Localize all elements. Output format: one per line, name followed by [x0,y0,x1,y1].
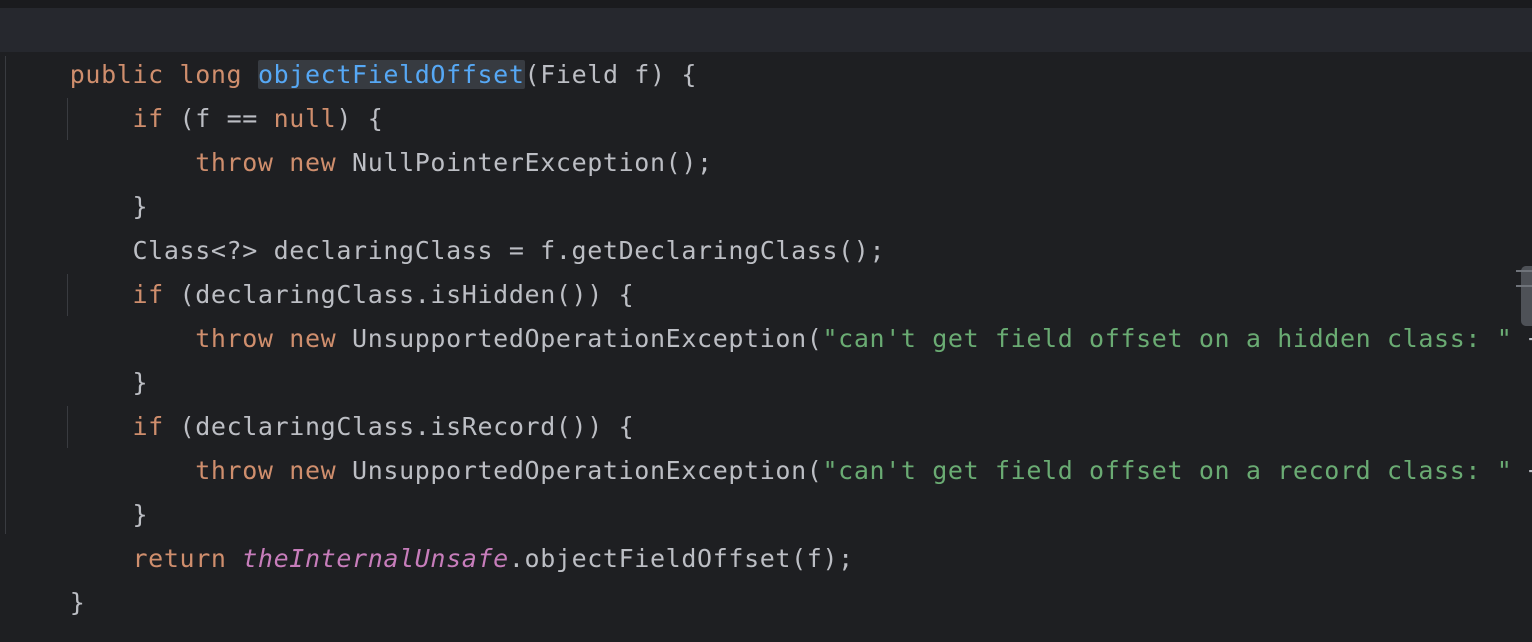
string-literal-record: "can't get field offset on a record clas… [822,456,1513,485]
code-line-throw-record[interactable]: throw new UnsupportedOperationException(… [7,405,1532,485]
code-line-declaring-class[interactable]: Class<?> declaringClass = f.getDeclaring… [7,185,885,265]
code-line-close-brace[interactable]: } [7,317,148,397]
code-line-throw-hidden[interactable]: throw new UnsupportedOperationException(… [7,273,1532,353]
code-line-if-hidden[interactable]: if (declaringClass.isHidden()) { [7,229,634,309]
indent-guide-method [5,56,6,534]
keyword-return: return [132,544,227,573]
code-line-method-close-brace[interactable]: } [7,537,85,617]
code-line-if-null[interactable]: if (f == null) { [7,53,383,133]
keyword-new: new [289,456,337,485]
string-literal-hidden: "can't get field offset on a hidden clas… [822,324,1513,353]
keyword-throw: throw [195,456,274,485]
keyword-new: new [289,148,337,177]
code-line-return[interactable]: return theInternalUnsafe.objectFieldOffs… [7,493,854,573]
code-line-close-brace[interactable]: } [7,449,148,529]
keyword-new: new [289,324,337,353]
keyword-throw: throw [195,148,274,177]
code-line-close-brace[interactable]: } [7,141,148,221]
vertical-scrollbar-thumb[interactable] [1521,266,1532,326]
code-editor[interactable]: public long objectFieldOffset(Field f) {… [0,0,1532,642]
code-line-if-record[interactable]: if (declaringClass.isRecord()) { [7,361,634,441]
scrollbar-marker [1516,270,1532,272]
method-parameters: (Field f) { [524,60,698,89]
scrollbar-marker [1516,285,1532,287]
editor-top-strip [0,0,1532,8]
static-field-theInternalUnsafe[interactable]: theInternalUnsafe [242,544,509,573]
keyword-throw: throw [195,324,274,353]
code-line-method-signature[interactable]: public long objectFieldOffset(Field f) { [7,9,697,89]
code-line-throw-npe[interactable]: throw new NullPointerException(); [7,97,713,177]
